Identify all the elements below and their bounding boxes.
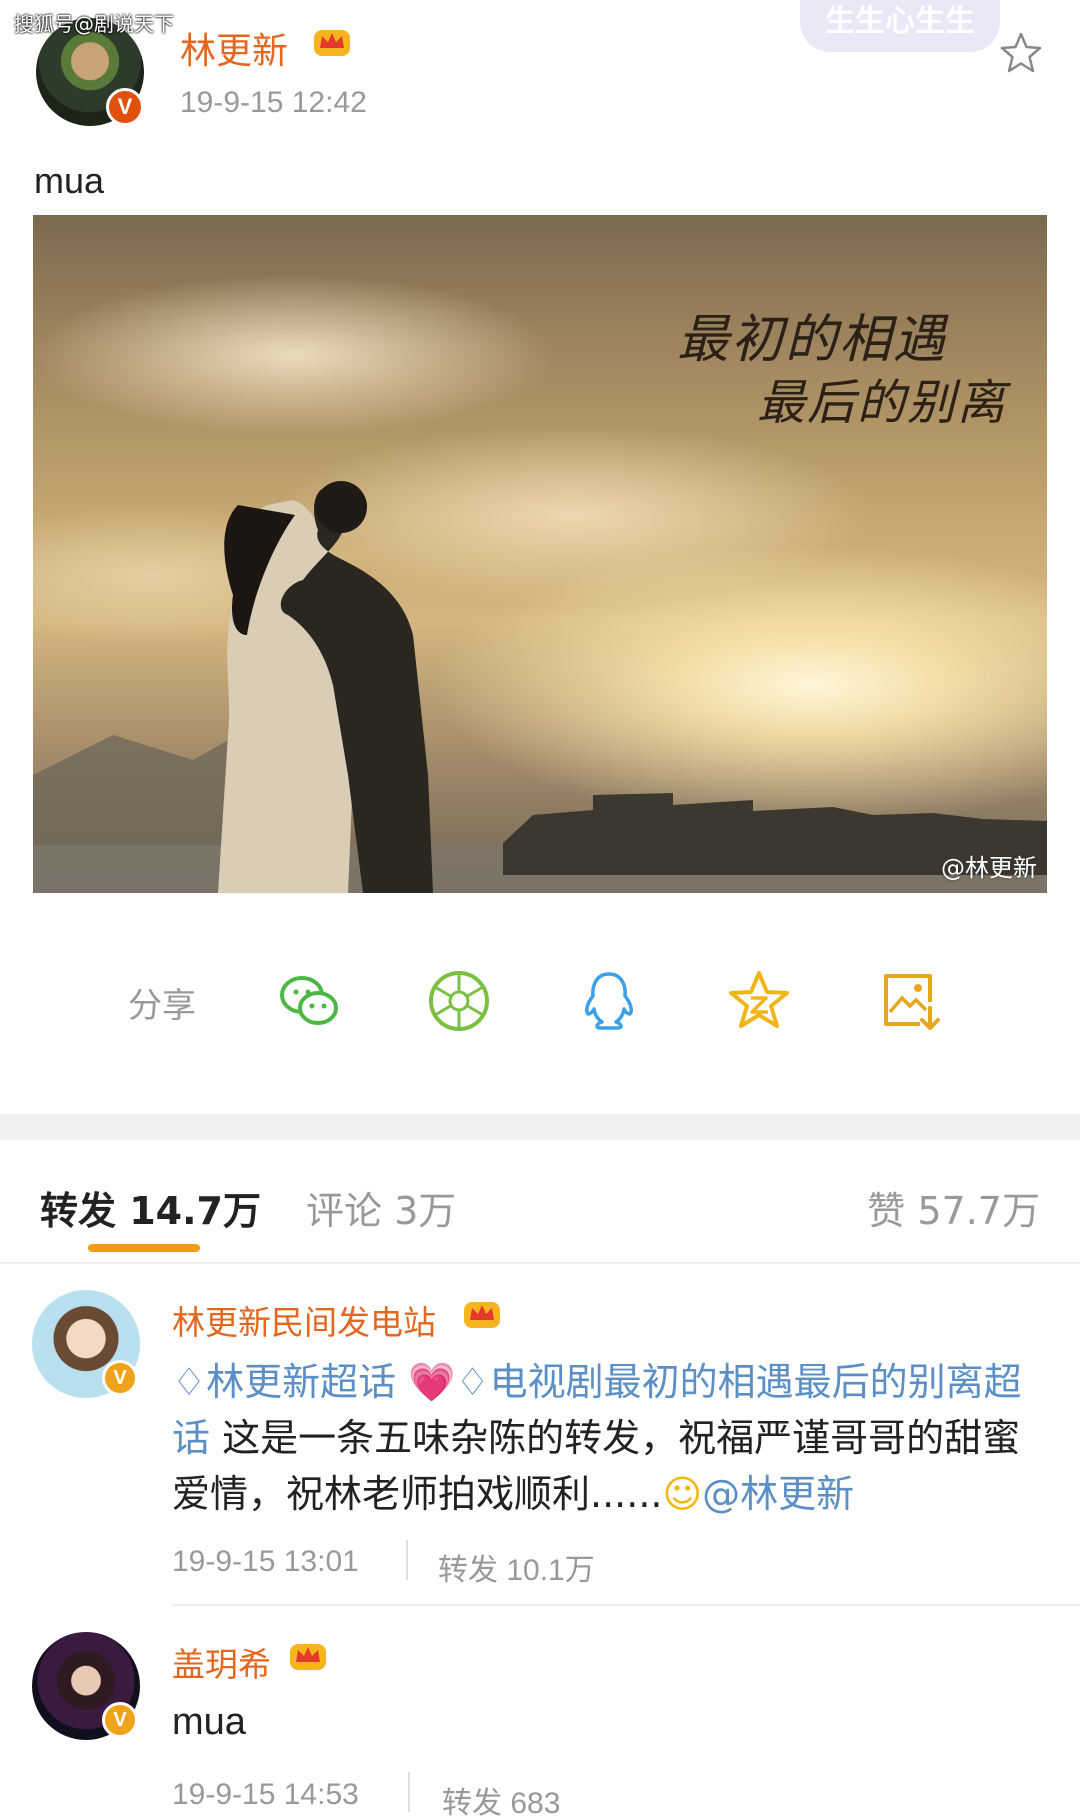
moments-icon[interactable] <box>426 968 492 1034</box>
favorite-star-icon[interactable] <box>998 30 1044 76</box>
card-sticker: 生生心生生 <box>800 0 1000 52</box>
crown-icon <box>290 1644 326 1670</box>
post-image[interactable]: 最初的相遇 最后的别离 @林更新 <box>33 215 1047 893</box>
crown-icon <box>464 1302 500 1328</box>
source-watermark: 搜狐号@剧说天下 <box>14 12 174 36</box>
verified-badge-icon: V <box>106 88 144 126</box>
post-timestamp: 19-9-15 12:42 <box>180 86 367 119</box>
repost-count[interactable]: 转发 10.1万 <box>438 1545 595 1589</box>
verified-badge-icon: V <box>102 1360 138 1396</box>
heart-emoji-icon: 💗 <box>408 1360 456 1404</box>
repost-username[interactable]: 林更新民间发电站 <box>172 1296 436 1344</box>
photo-watermark: @林更新 <box>941 854 1037 882</box>
repost-time: 19-9-15 13:01 <box>172 1545 359 1578</box>
meta-divider <box>406 1540 408 1580</box>
list-divider <box>172 1604 1080 1606</box>
share-label: 分享 <box>128 986 196 1026</box>
repost-time: 19-9-15 14:53 <box>172 1778 359 1811</box>
verified-badge-icon: V <box>102 1702 138 1738</box>
save-image-icon[interactable] <box>876 968 942 1034</box>
photo-title-line1: 最初的相遇 <box>676 310 947 370</box>
repost-body: 这是一条五味杂陈的转发，祝福严谨哥哥的甜蜜爱情，祝林老师拍戏顺利...... <box>172 1416 1021 1516</box>
qq-icon[interactable] <box>576 968 642 1034</box>
repost-text: ♢林更新超话 💗♢电视剧最初的相遇最后的别离超话 这是一条五味杂陈的转发，祝福严… <box>172 1354 1052 1522</box>
repost-count[interactable]: 转发 683 <box>442 1778 560 1817</box>
super-topic-icon: ♢ <box>172 1360 207 1404</box>
tab-like[interactable]: 赞 57.7万 <box>867 1180 1040 1235</box>
repost-username[interactable]: 盖玥希 <box>172 1638 271 1686</box>
active-tab-indicator <box>88 1244 200 1252</box>
meta-divider <box>408 1772 410 1812</box>
author-name[interactable]: 林更新 <box>180 22 288 74</box>
crown-icon <box>314 30 350 56</box>
emoji-icon: ☺ <box>662 1472 703 1516</box>
section-divider <box>0 1114 1080 1140</box>
wechat-icon[interactable] <box>276 968 342 1034</box>
tab-divider <box>0 1262 1080 1264</box>
super-topic-icon: ♢ <box>455 1360 490 1404</box>
super-topic-link[interactable]: 林更新超话 <box>206 1360 396 1404</box>
photo-title-line2: 最后的别离 <box>756 375 1007 431</box>
qzone-icon[interactable] <box>726 968 792 1034</box>
tab-repost[interactable]: 转发 14.7万 <box>40 1180 261 1235</box>
post-text: mua <box>34 160 105 201</box>
repost-body: mua <box>172 1701 246 1743</box>
mention-link[interactable]: @林更新 <box>702 1472 854 1516</box>
tab-comment[interactable]: 评论 3万 <box>306 1180 456 1235</box>
